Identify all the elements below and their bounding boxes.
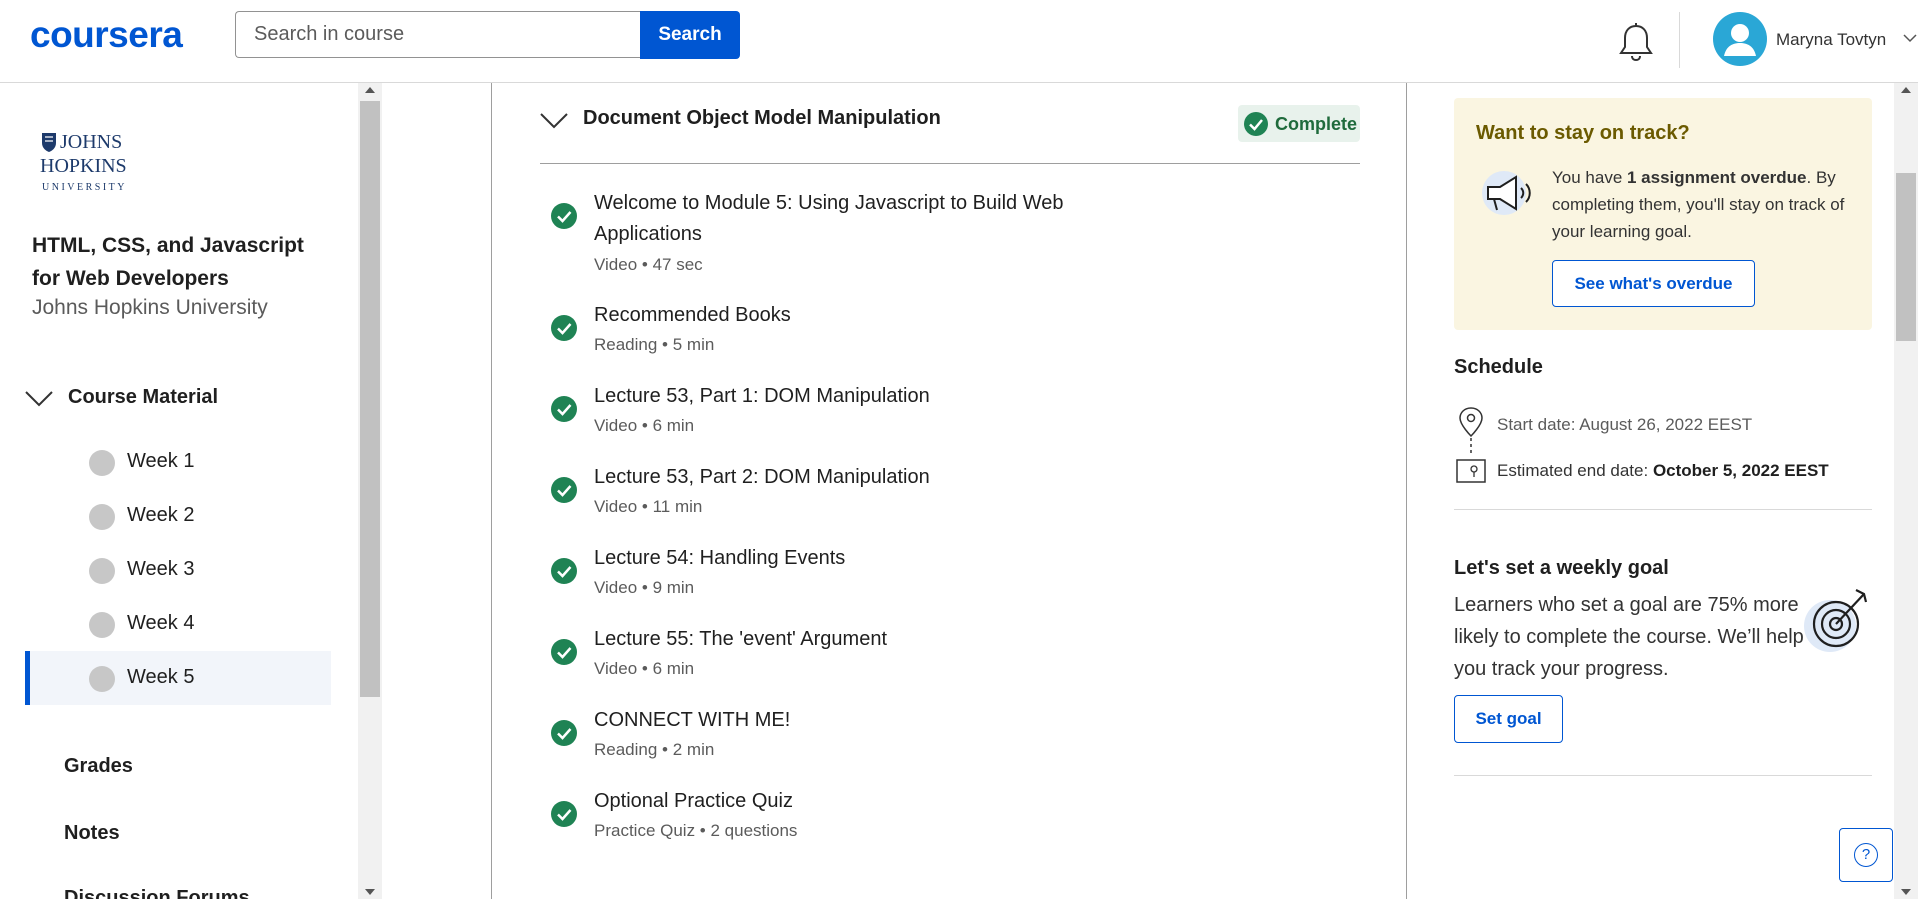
week-label: Week 1: [127, 450, 195, 472]
user-silhouette-icon: [1724, 24, 1756, 56]
sidebar-scrollbar-thumb[interactable]: [360, 101, 380, 697]
schedule-title: Schedule: [1454, 356, 1543, 378]
week-label: Week 5: [127, 666, 195, 688]
target-icon: [1804, 589, 1868, 652]
jhu-logo-line3: UNIVERSITY: [42, 182, 127, 193]
check-circle-icon: [551, 801, 577, 827]
course-sidebar: JOHNS HOPKINS UNIVERSITY HTML, CSS, and …: [0, 83, 358, 899]
item-meta: Practice Quiz • 2 questions: [594, 821, 798, 840]
scroll-down-icon[interactable]: [1901, 889, 1911, 895]
on-track-message-prefix: You have: [1552, 168, 1627, 187]
overdue-count: 1 assignment overdue: [1627, 168, 1807, 187]
item-title: Welcome to Module 5: Using Javascript to…: [594, 192, 1064, 245]
scroll-up-icon[interactable]: [365, 87, 375, 93]
item-meta: Video • 47 sec: [594, 255, 703, 274]
chevron-down-icon[interactable]: [25, 391, 53, 407]
set-goal-button[interactable]: Set goal: [1454, 695, 1563, 743]
progress-circle-icon: [89, 612, 115, 638]
item-title: Lecture 54: Handling Events: [594, 547, 846, 569]
sidebar-item-week-5[interactable]: Week 5: [25, 651, 331, 705]
check-circle-icon: [551, 720, 577, 746]
item-title: Lecture 53, Part 1: DOM Manipulation: [594, 385, 930, 407]
sidebar-scrollbar[interactable]: [358, 83, 382, 899]
week-label: Week 2: [127, 504, 195, 526]
item-title: CONNECT WITH ME!: [594, 709, 791, 731]
right-divider: [1454, 775, 1872, 776]
chevron-down-icon[interactable]: [540, 112, 568, 129]
progress-circle-icon: [89, 558, 115, 584]
item-title: Lecture 55: The 'event' Argument: [594, 628, 888, 650]
item-meta: Reading • 2 min: [594, 740, 715, 759]
check-circle-icon: [551, 315, 577, 341]
complete-badge: Complete: [1238, 105, 1360, 142]
item-title: Optional Practice Quiz: [594, 790, 793, 812]
user-name[interactable]: Maryna Tovtyn: [1776, 30, 1886, 50]
end-date-label: Estimated end date:: [1497, 461, 1653, 480]
progress-circle-icon: [89, 666, 115, 692]
user-avatar[interactable]: [1713, 12, 1767, 66]
progress-circle-icon: [89, 450, 115, 476]
search-button[interactable]: Search: [640, 11, 740, 59]
schedule-end-date: Estimated end date: October 5, 2022 EEST: [1497, 461, 1829, 481]
search-input[interactable]: [235, 11, 640, 58]
content-border-left: [491, 83, 492, 899]
megaphone-icon: [1482, 171, 1531, 215]
item-title: Recommended Books: [594, 304, 791, 326]
course-material-toggle[interactable]: Course Material: [68, 386, 218, 409]
sidebar-item-week-2[interactable]: Week 2: [25, 489, 331, 543]
scroll-down-icon[interactable]: [365, 889, 375, 895]
jhu-logo-line1: JOHNS: [60, 131, 123, 153]
check-circle-icon: [551, 203, 577, 229]
jhu-logo-line2: HOPKINS: [40, 155, 127, 177]
sidebar-item-week-3[interactable]: Week 3: [25, 543, 331, 597]
item-meta: Reading • 5 min: [594, 335, 715, 354]
on-track-message: You have 1 assignment overdue. By comple…: [1552, 164, 1852, 245]
sidebar-link-grades[interactable]: Grades: [64, 755, 133, 778]
top-header: coursera Search Maryna Tovtyn: [0, 0, 1918, 83]
module-divider: [540, 163, 1360, 164]
weekly-goal-text: Learners who set a goal are 75% more lik…: [1454, 594, 1804, 680]
sidebar-item-week-1[interactable]: Week 1: [25, 435, 331, 489]
progress-circle-icon: [89, 504, 115, 530]
content-border-right: [1406, 83, 1407, 899]
chevron-down-icon[interactable]: [1903, 33, 1917, 43]
page-scrollbar[interactable]: [1894, 83, 1918, 899]
schedule-timeline-icon: [1456, 407, 1486, 483]
notification-bell-icon[interactable]: [1618, 22, 1654, 62]
check-circle-icon: [1244, 112, 1268, 136]
coursera-logo[interactable]: coursera: [30, 14, 183, 56]
end-date-value: October 5, 2022 EEST: [1652, 461, 1829, 480]
sidebar-link-discussion-forums[interactable]: Discussion Forums: [64, 887, 250, 899]
item-meta: Video • 6 min: [594, 416, 695, 435]
sidebar-link-notes[interactable]: Notes: [64, 822, 120, 845]
on-track-title: Want to stay on track?: [1476, 122, 1690, 144]
on-track-card: Want to stay on track? You have 1 assign…: [1454, 98, 1872, 330]
scroll-up-icon[interactable]: [1901, 87, 1911, 93]
item-meta: Video • 11 min: [594, 497, 703, 516]
check-circle-icon: [551, 396, 577, 422]
header-divider: [1679, 12, 1680, 68]
sidebar-item-week-4[interactable]: Week 4: [25, 597, 331, 651]
help-button[interactable]: ?: [1839, 828, 1893, 882]
check-circle-icon: [551, 558, 577, 584]
course-title[interactable]: HTML, CSS, and Javascript for Web Develo…: [32, 229, 332, 295]
week-label: Week 4: [127, 612, 195, 634]
week-label: Week 3: [127, 558, 195, 580]
jhu-logo[interactable]: JOHNS HOPKINS UNIVERSITY: [40, 131, 140, 201]
item-title: Lecture 53, Part 2: DOM Manipulation: [594, 466, 930, 488]
item-meta: Video • 9 min: [594, 578, 695, 597]
schedule-start-date: Start date: August 26, 2022 EEST: [1497, 415, 1753, 434]
help-question-icon: ?: [1854, 843, 1878, 867]
complete-badge-label: Complete: [1275, 114, 1358, 134]
item-meta: Video • 6 min: [594, 659, 695, 678]
right-divider: [1454, 509, 1872, 510]
check-circle-icon: [551, 639, 577, 665]
weekly-goal-title: Let's set a weekly goal: [1454, 557, 1669, 579]
module-title[interactable]: Document Object Model Manipulation: [583, 107, 941, 130]
see-overdue-button[interactable]: See what's overdue: [1552, 260, 1755, 307]
page-scrollbar-thumb[interactable]: [1896, 173, 1916, 341]
check-circle-icon: [551, 477, 577, 503]
course-university: Johns Hopkins University: [32, 296, 268, 319]
